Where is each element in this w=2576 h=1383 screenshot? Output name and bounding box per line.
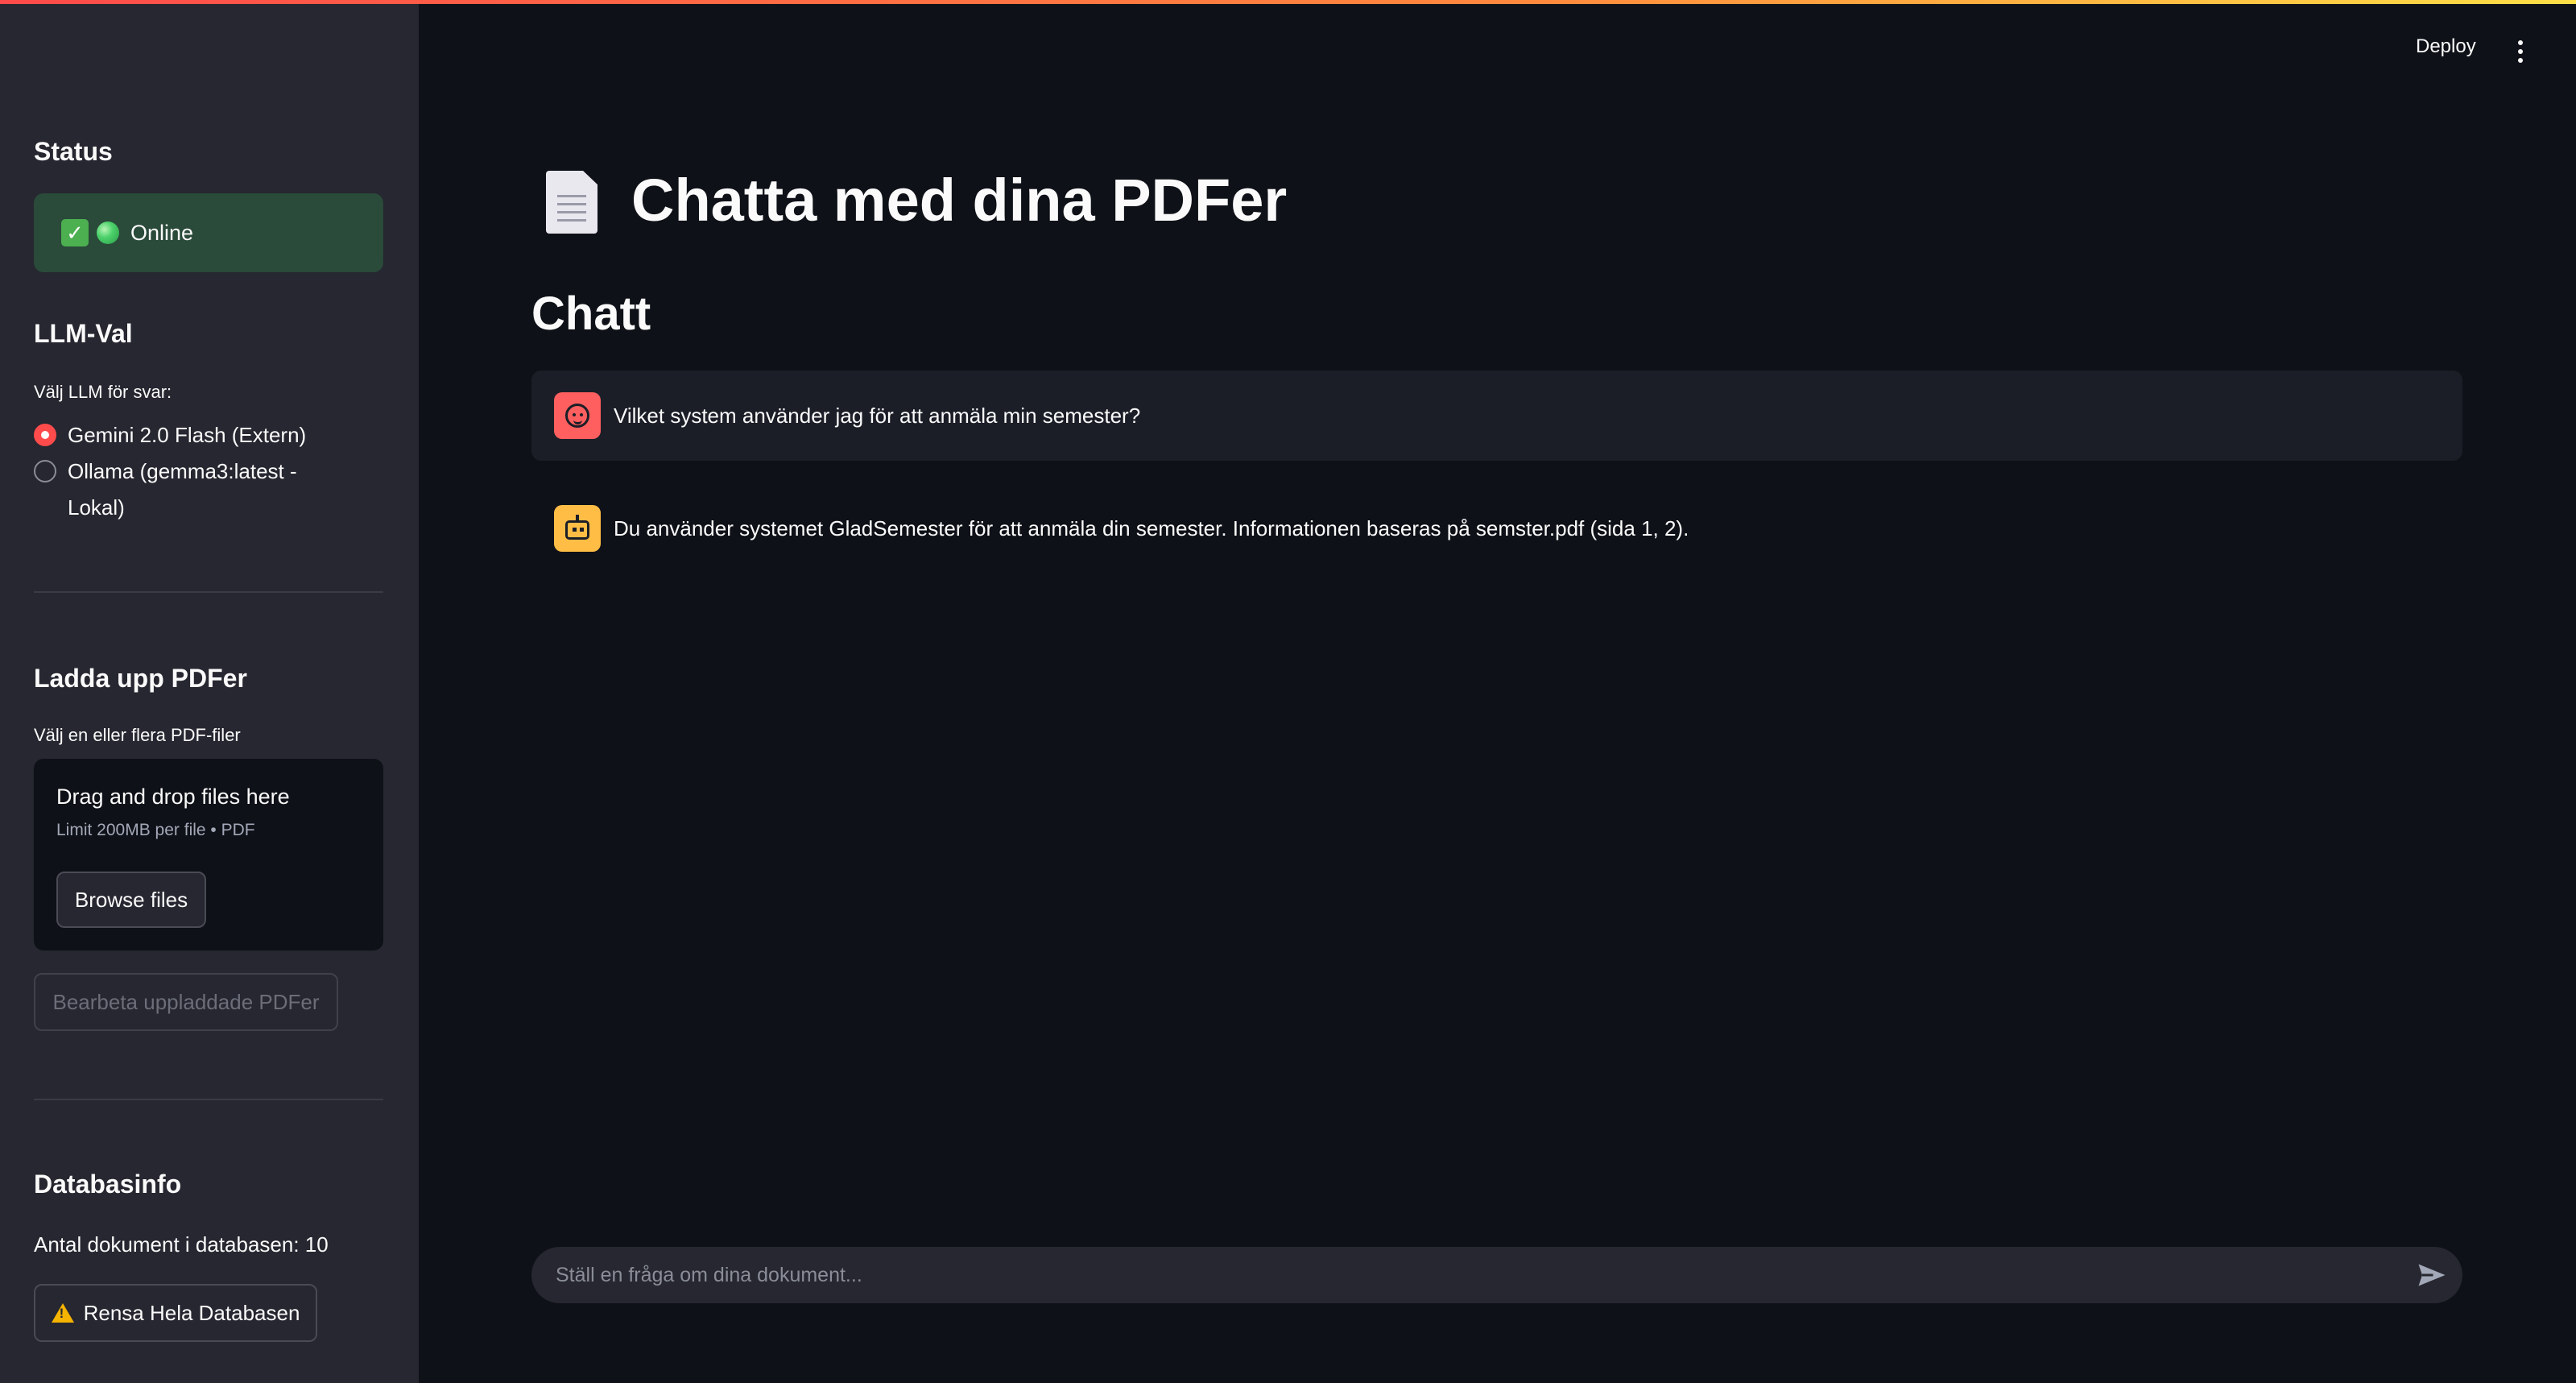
check-icon: ✓ bbox=[61, 219, 89, 246]
db-heading: Databasinfo bbox=[34, 1170, 182, 1199]
radio-unselected-icon[interactable] bbox=[34, 460, 56, 482]
warning-icon bbox=[51, 1303, 74, 1323]
message-text: Du använder systemet GladSemester för at… bbox=[614, 516, 1689, 540]
sidebar-divider bbox=[34, 1099, 383, 1100]
kebab-menu-icon[interactable] bbox=[2517, 40, 2524, 63]
sidebar-divider bbox=[34, 591, 383, 593]
process-pdfs-button[interactable]: Bearbeta uppladdade PDFer bbox=[34, 973, 338, 1031]
dropzone-limit: Limit 200MB per file • PDF bbox=[56, 821, 255, 839]
user-avatar bbox=[554, 392, 601, 439]
chat-input[interactable] bbox=[531, 1247, 2462, 1303]
browse-files-button[interactable]: Browse files bbox=[56, 872, 206, 928]
user-face-icon bbox=[565, 404, 589, 428]
radio-selected-icon[interactable] bbox=[34, 424, 56, 446]
upload-heading: Ladda upp PDFer bbox=[34, 664, 247, 693]
status-box: ✓ Online bbox=[34, 193, 383, 272]
llm-heading: LLM-Val bbox=[34, 319, 133, 348]
clear-database-button[interactable]: Rensa Hela Databasen bbox=[34, 1284, 317, 1342]
db-count: Antal dokument i databasen: 10 bbox=[34, 1232, 329, 1257]
dropzone-title: Drag and drop files here bbox=[56, 785, 290, 809]
chat-message-assistant: Du använder systemet GladSemester för at… bbox=[531, 483, 2462, 573]
clear-database-label: Rensa Hela Databasen bbox=[83, 1300, 300, 1325]
top-decoration-stripe bbox=[0, 0, 2576, 4]
deploy-button[interactable]: Deploy bbox=[2416, 35, 2476, 58]
radio-label-ollama-line2: Lokal) bbox=[68, 495, 125, 520]
radio-label-ollama: Ollama (gemma3:latest - Lokal) bbox=[68, 453, 297, 526]
radio-label-gemini: Gemini 2.0 Flash (Extern) bbox=[68, 423, 307, 447]
assistant-avatar bbox=[554, 505, 601, 552]
message-text: Vilket system använder jag för att anmäl… bbox=[614, 403, 1141, 428]
page-title: Chatta med dina PDFer bbox=[631, 167, 1288, 234]
sidebar: Status ✓ Online LLM-Val Välj LLM för sva… bbox=[0, 0, 419, 1383]
document-icon bbox=[546, 171, 597, 234]
status-heading: Status bbox=[34, 137, 113, 166]
llm-label: Välj LLM för svar: bbox=[34, 382, 172, 402]
upload-label: Välj en eller flera PDF-filer bbox=[34, 725, 241, 745]
chat-message-user: Vilket system använder jag för att anmäl… bbox=[531, 371, 2462, 461]
status-text: Online bbox=[130, 220, 194, 245]
radio-label-ollama-line1: Ollama (gemma3:latest - bbox=[68, 459, 297, 483]
radio-option-gemini[interactable]: Gemini 2.0 Flash (Extern) bbox=[34, 417, 306, 453]
chat-section-title: Chatt bbox=[531, 288, 651, 340]
robot-icon bbox=[565, 515, 589, 540]
green-dot-icon bbox=[97, 222, 119, 244]
send-icon[interactable] bbox=[2417, 1263, 2446, 1287]
radio-option-ollama[interactable]: Ollama (gemma3:latest - Lokal) bbox=[34, 453, 297, 526]
